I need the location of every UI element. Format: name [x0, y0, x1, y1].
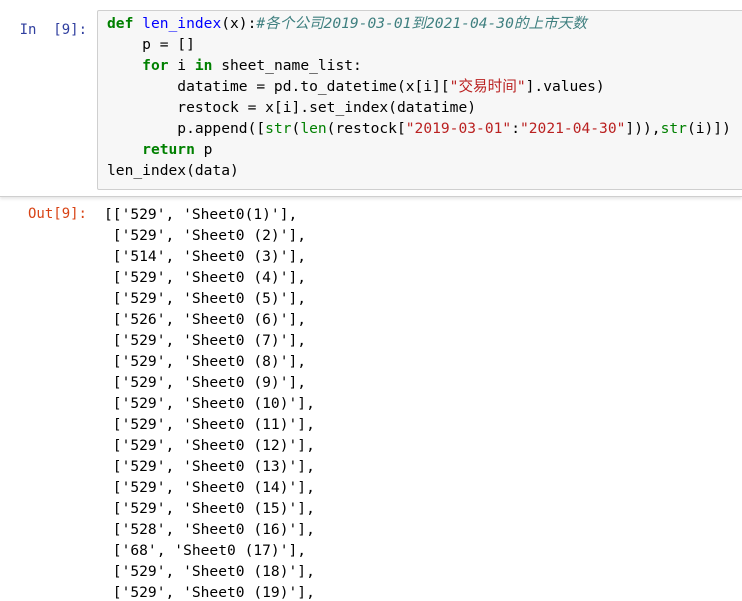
keyword-def: def	[107, 15, 143, 32]
code-line-6: p.append([str(len(restock["2019-03-01":"…	[107, 118, 731, 139]
code-text: (restock[	[326, 120, 406, 137]
builtin-str: str	[265, 120, 292, 137]
output-line: ['529', 'Sheet0 (8)'],	[104, 353, 307, 370]
code-text: :	[511, 120, 520, 137]
output-line: ['529', 'Sheet0 (19)'],	[104, 584, 315, 601]
output-line: ['529', 'Sheet0 (7)'],	[104, 332, 307, 349]
code-line-2: p = []	[107, 36, 195, 53]
keyword-in: in	[194, 57, 213, 74]
output-line: ['529', 'Sheet0 (9)'],	[104, 374, 307, 391]
output-line: ['529', 'Sheet0 (18)'],	[104, 563, 315, 580]
code-text: sheet_name_list:	[212, 57, 362, 74]
output-line: ['529', 'Sheet0 (12)'],	[104, 437, 315, 454]
code-text: datatime = pd.to_datetime(x[i][	[107, 78, 450, 95]
code-text: i	[168, 57, 195, 74]
output-area: [['529', 'Sheet0(1)'], ['529', 'Sheet0 (…	[104, 204, 742, 601]
notebook: In [9]: def len_index(x):#各个公司2019-03-01…	[0, 0, 742, 601]
output-line: ['514', 'Sheet0 (3)'],	[104, 248, 307, 265]
code-line-7: return p	[107, 139, 212, 160]
function-name: len_index	[142, 15, 222, 32]
code-editor[interactable]: def len_index(x):#各个公司2019-03-01到2021-04…	[97, 10, 742, 190]
output-prompt: Out[9]:	[27, 206, 87, 222]
output-line: ['526', 'Sheet0 (6)'],	[104, 311, 307, 328]
code-string: "2019-03-01"	[405, 120, 512, 137]
code-text: ].values)	[525, 78, 605, 95]
output-line: ['529', 'Sheet0 (5)'],	[104, 290, 307, 307]
output-line: [['529', 'Sheet0(1)'],	[104, 206, 298, 223]
output-line: ['529', 'Sheet0 (2)'],	[104, 227, 307, 244]
code-string: "交易时间"	[449, 78, 526, 95]
output-line: ['529', 'Sheet0 (4)'],	[104, 269, 307, 286]
code-text: (	[291, 120, 301, 137]
code-line-4: datatime = pd.to_datetime(x[i]["交易时间"].v…	[107, 76, 605, 97]
output-line: ['529', 'Sheet0 (10)'],	[104, 395, 315, 412]
code-text: p	[194, 141, 213, 158]
builtin-len: len	[300, 120, 327, 137]
code-line-5: restock = x[i].set_index(datatime)	[107, 99, 477, 116]
code-line-3: for i in sheet_name_list:	[107, 55, 362, 76]
keyword-for: for	[142, 57, 169, 74]
code-line-1: def len_index(x):#各个公司2019-03-01到2021-04…	[107, 13, 587, 34]
builtin-str: str	[660, 120, 687, 137]
input-prompt: In [9]:	[19, 22, 87, 38]
code-string: "2021-04-30"	[519, 120, 626, 137]
output-line: ['529', 'Sheet0 (15)'],	[104, 500, 315, 517]
code-line-8: len_index(data)	[107, 162, 239, 179]
output-line: ['68', 'Sheet0 (17)'],	[104, 542, 307, 559]
code-text: ])),	[625, 120, 661, 137]
keyword-return: return	[142, 141, 195, 158]
output-line: ['528', 'Sheet0 (16)'],	[104, 521, 315, 538]
output-line: ['529', 'Sheet0 (11)'],	[104, 416, 315, 433]
output-line: ['529', 'Sheet0 (13)'],	[104, 458, 315, 475]
output-line: ['529', 'Sheet0 (14)'],	[104, 479, 315, 496]
code-text: (x):	[221, 15, 257, 32]
code-comment: #各个公司2019-03-01到2021-04-30的上市天数	[256, 15, 587, 32]
code-text: (i)])	[686, 120, 731, 137]
code-cell[interactable]: In [9]: def len_index(x):#各个公司2019-03-01…	[0, 0, 742, 197]
code-text: p.append([	[107, 120, 266, 137]
